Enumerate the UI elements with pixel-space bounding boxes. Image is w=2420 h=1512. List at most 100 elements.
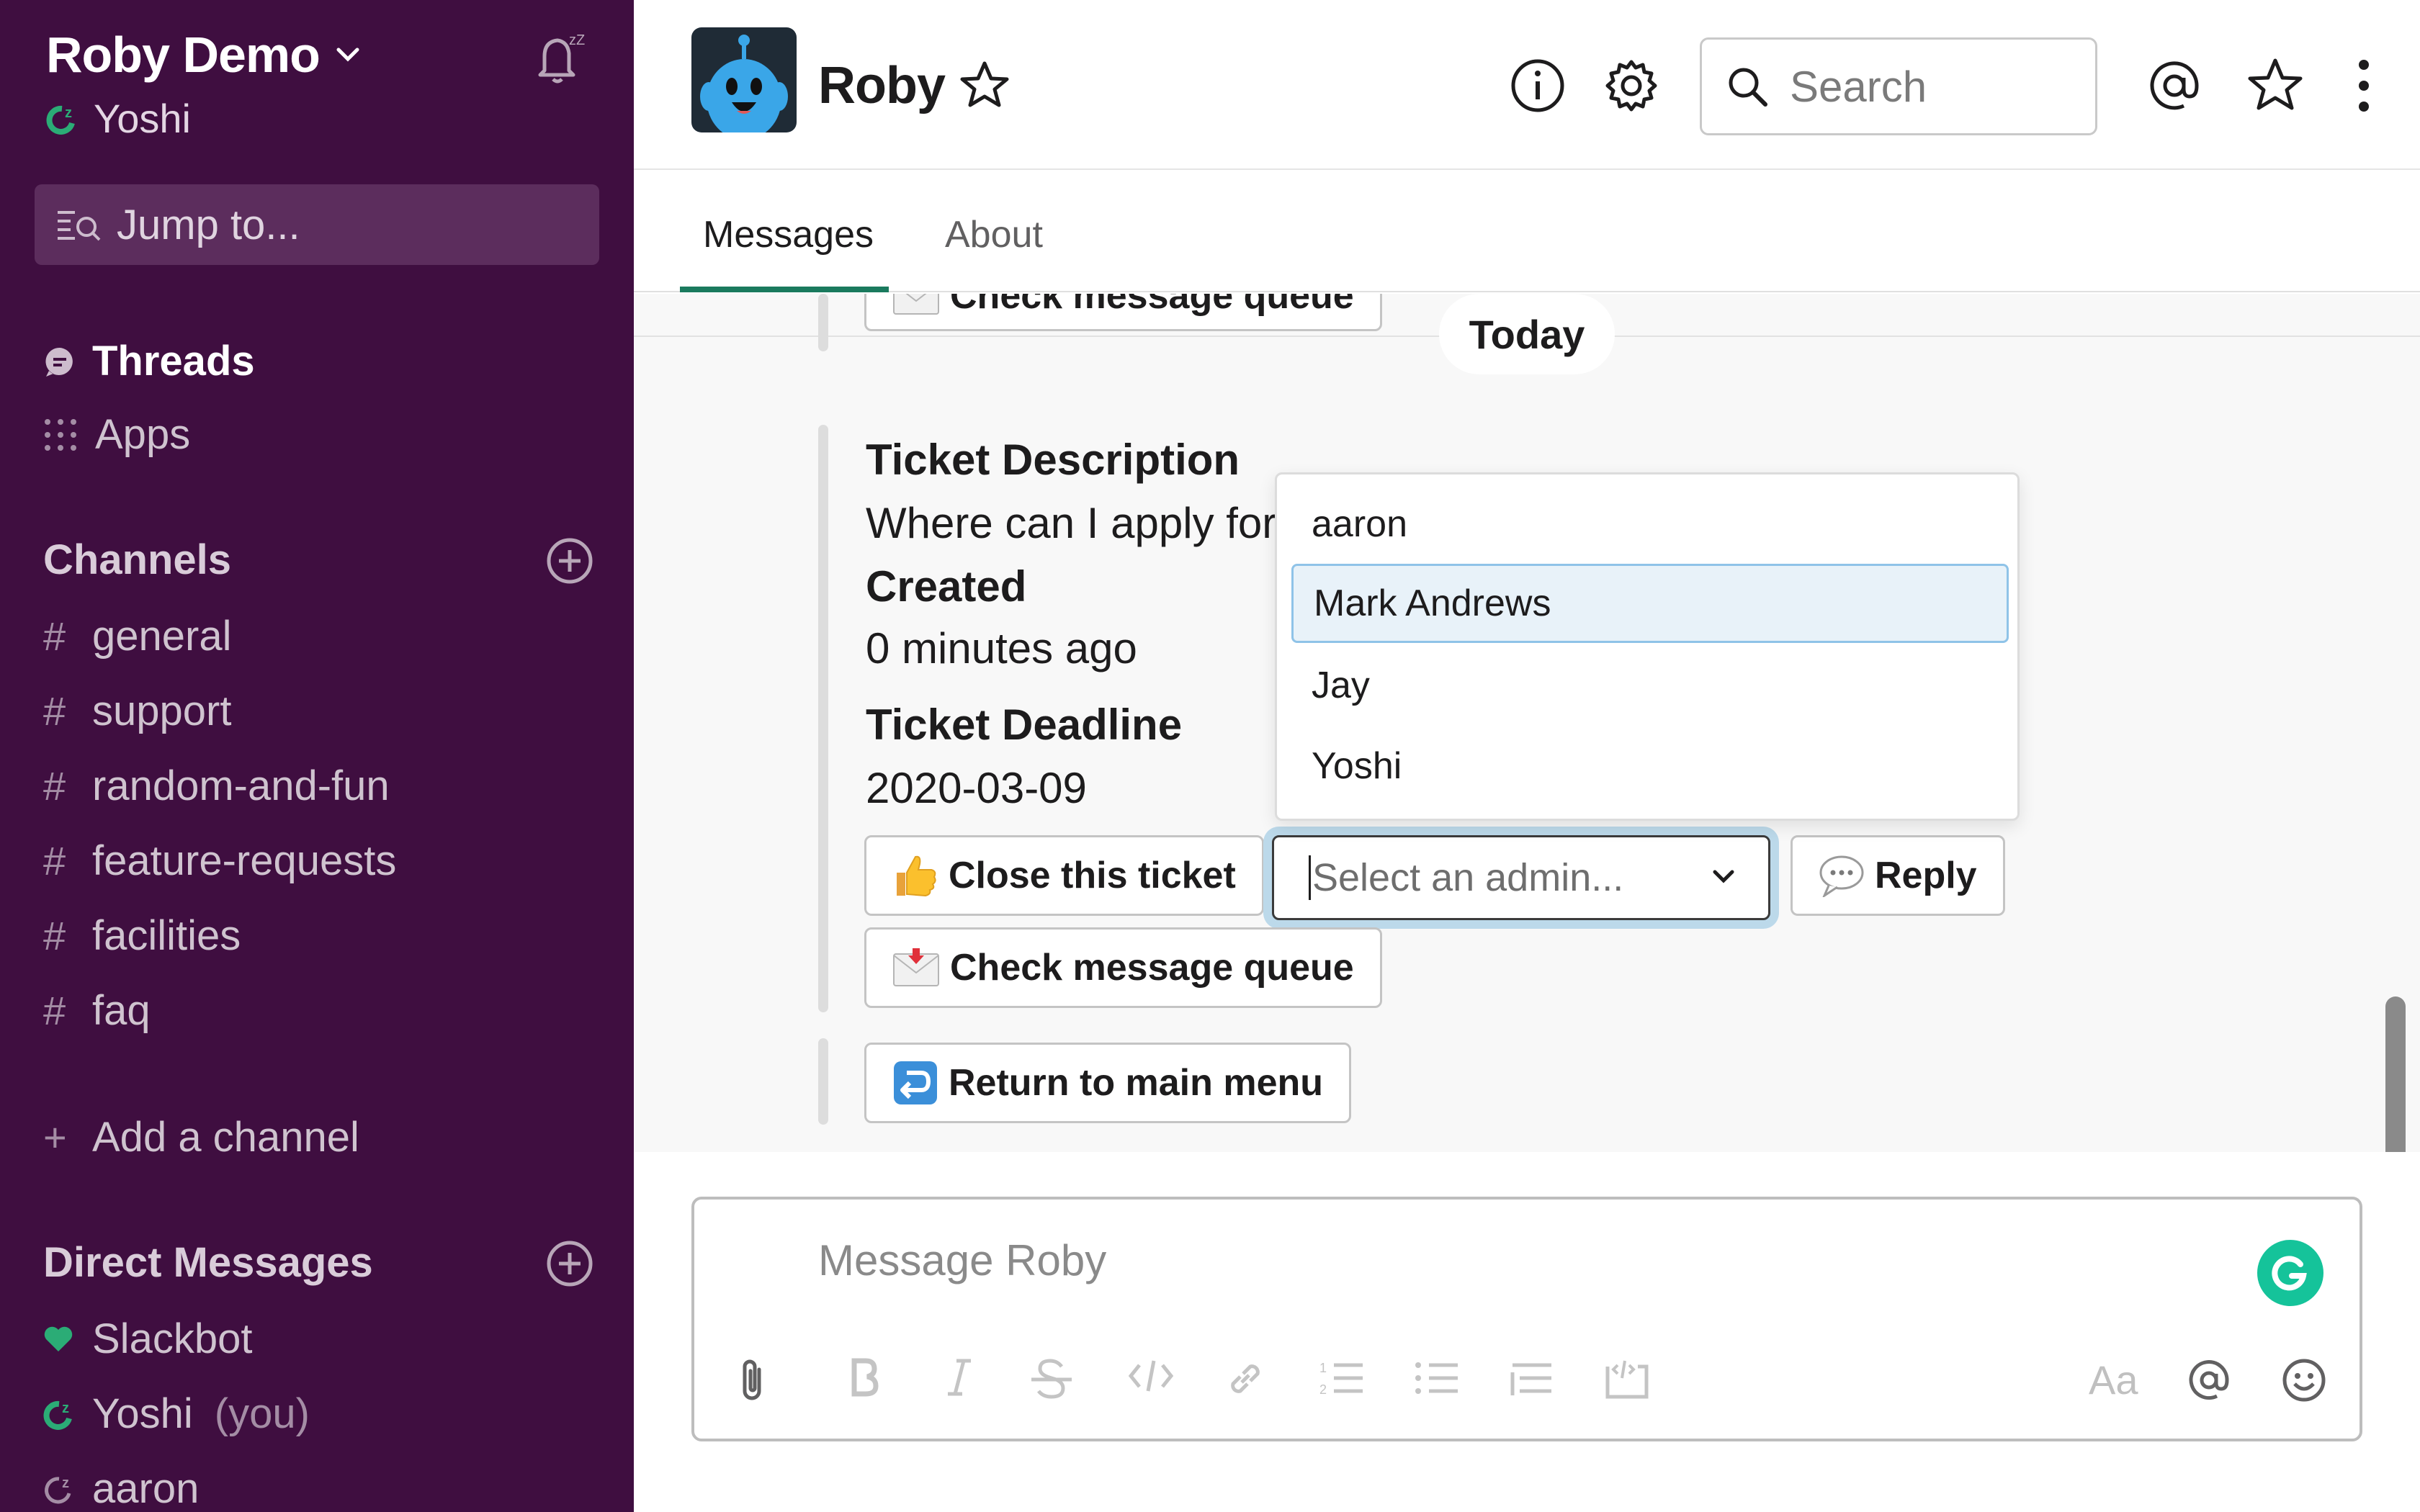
star-icon[interactable] [959,60,1010,109]
emoji-icon[interactable] [2282,1358,2326,1403]
check-queue-button[interactable]: Check message queue [864,294,1382,331]
code-icon[interactable] [1128,1358,1174,1394]
paperclip-icon[interactable] [736,1358,768,1403]
sidebar-item-channel[interactable]: # facilities [43,912,241,960]
return-main-menu-button[interactable]: Return to main menu [864,1043,1352,1123]
sidebar-item-channel[interactable]: # support [43,687,231,735]
italic-icon[interactable] [946,1358,972,1397]
ticket-description-value: Where can I apply for [866,499,1277,547]
bold-icon[interactable] [850,1358,879,1397]
hash-icon: # [43,838,66,883]
check-queue-button[interactable]: Check message queue [864,927,1382,1008]
jump-search-icon [56,208,117,241]
plus-circle-icon[interactable] [546,1240,593,1287]
envelope-icon [892,294,940,315]
hash-icon: # [43,988,66,1033]
gear-icon[interactable] [1603,58,1659,114]
format-toggle[interactable]: Aa [2089,1356,2138,1403]
quote-icon[interactable] [1510,1358,1554,1398]
dm-name: aaron [92,1465,200,1512]
return-arrow-icon [892,1060,938,1106]
text-cursor [1309,855,1311,900]
sidebar-item-channel[interactable]: # faq [43,986,151,1035]
reply-button[interactable]: Reply [1791,835,2005,916]
link-icon[interactable] [1224,1358,1266,1400]
dropdown-option[interactable]: Jay [1291,646,2009,725]
add-channel-button[interactable]: + Add a channel [43,1113,359,1161]
bullet-list-icon[interactable] [1415,1358,1459,1398]
dm-name: Yoshi [92,1390,193,1437]
message-input[interactable]: Message Roby [818,1236,1106,1285]
sidebar-item-dm[interactable]: z aaron [43,1464,199,1512]
thumbs-up-icon [892,852,938,899]
search-placeholder: Search [1790,62,1927,111]
channels-header[interactable]: Channels [43,536,231,584]
button-label: Close this ticket [949,855,1236,896]
channel-name: feature-requests [92,837,397,884]
attachment-bar [818,425,828,1012]
star-icon[interactable] [2247,58,2303,112]
hash-icon: # [43,688,66,734]
at-icon[interactable] [2187,1358,2231,1403]
svg-text:z: z [62,1400,69,1416]
heart-icon [43,1326,92,1353]
date-divider: Today [1439,294,1615,374]
channel-name: random-and-fun [92,762,390,809]
channel-name: facilities [92,912,241,959]
dm-name: Slackbot [92,1315,253,1362]
tab-messages[interactable]: Messages [703,213,874,256]
plus-circle-icon[interactable] [546,537,593,585]
search-icon [1726,66,1790,107]
admin-dropdown-menu: aaron Mark Andrews Jay Yoshi [1275,472,2020,821]
sidebar-item-channel[interactable]: # feature-requests [43,837,396,885]
tab-bar: Messages About [634,170,2420,292]
grammarly-icon[interactable] [2257,1240,2323,1306]
away-status-icon: z [43,1473,92,1505]
admin-select[interactable]: Select an admin... [1272,835,1770,920]
scrollbar-thumb[interactable] [2385,996,2406,1152]
search-input[interactable]: Search [1700,37,2097,135]
current-user[interactable]: z Yoshi [46,95,191,142]
sidebar: Roby Demo z Yoshi zZ Jump to... Threads … [0,0,634,1512]
bot-avatar[interactable] [691,27,797,132]
svg-text:z: z [65,105,72,121]
dropdown-option[interactable]: Yoshi [1291,726,2009,806]
channel-name: general [92,613,232,660]
add-channel-label: Add a channel [92,1114,359,1161]
dm-suffix: (you) [214,1390,310,1437]
envelope-icon [892,948,940,987]
channel-header: Roby Search [634,0,2420,170]
close-ticket-button[interactable]: Close this ticket [864,835,1264,916]
tab-about[interactable]: About [945,213,1043,256]
hash-icon: # [43,913,66,958]
code-block-icon[interactable] [1605,1358,1649,1400]
ticket-description-label: Ticket Description [866,436,1240,484]
jump-to-input[interactable]: Jump to... [35,184,599,265]
dropdown-option-highlighted[interactable]: Mark Andrews [1291,564,2009,643]
svg-text:1: 1 [1319,1361,1327,1375]
button-label: Check message queue [950,294,1354,317]
select-placeholder: Select an admin... [1312,856,1624,899]
sidebar-item-apps[interactable]: Apps [43,410,190,459]
dropdown-option[interactable]: aaron [1291,485,2009,564]
kebab-icon[interactable] [2355,58,2372,114]
message-composer[interactable]: Message Roby 12 Aa [691,1197,2362,1441]
sidebar-item-dm[interactable]: Slackbot [43,1315,252,1363]
strike-icon[interactable] [1030,1358,1073,1400]
svg-text:zZ: zZ [569,32,585,48]
direct-messages-header[interactable]: Direct Messages [43,1238,373,1287]
bell-snooze-icon[interactable]: zZ [530,29,588,86]
at-icon[interactable] [2146,58,2202,114]
plus-icon: + [43,1115,67,1160]
sidebar-item-label: Apps [95,411,191,458]
channel-name: support [92,688,232,734]
ordered-list-icon[interactable]: 12 [1319,1358,1364,1398]
workspace-switcher[interactable]: Roby Demo [46,26,360,84]
sidebar-item-channel[interactable]: # general [43,612,231,660]
hash-icon: # [43,613,66,659]
sidebar-item-dm[interactable]: z Yoshi (you) [43,1390,310,1438]
channel-name: faq [92,987,151,1034]
sidebar-item-threads[interactable]: Threads [43,337,255,385]
sidebar-item-channel[interactable]: # random-and-fun [43,762,390,810]
info-icon[interactable] [1510,58,1566,114]
